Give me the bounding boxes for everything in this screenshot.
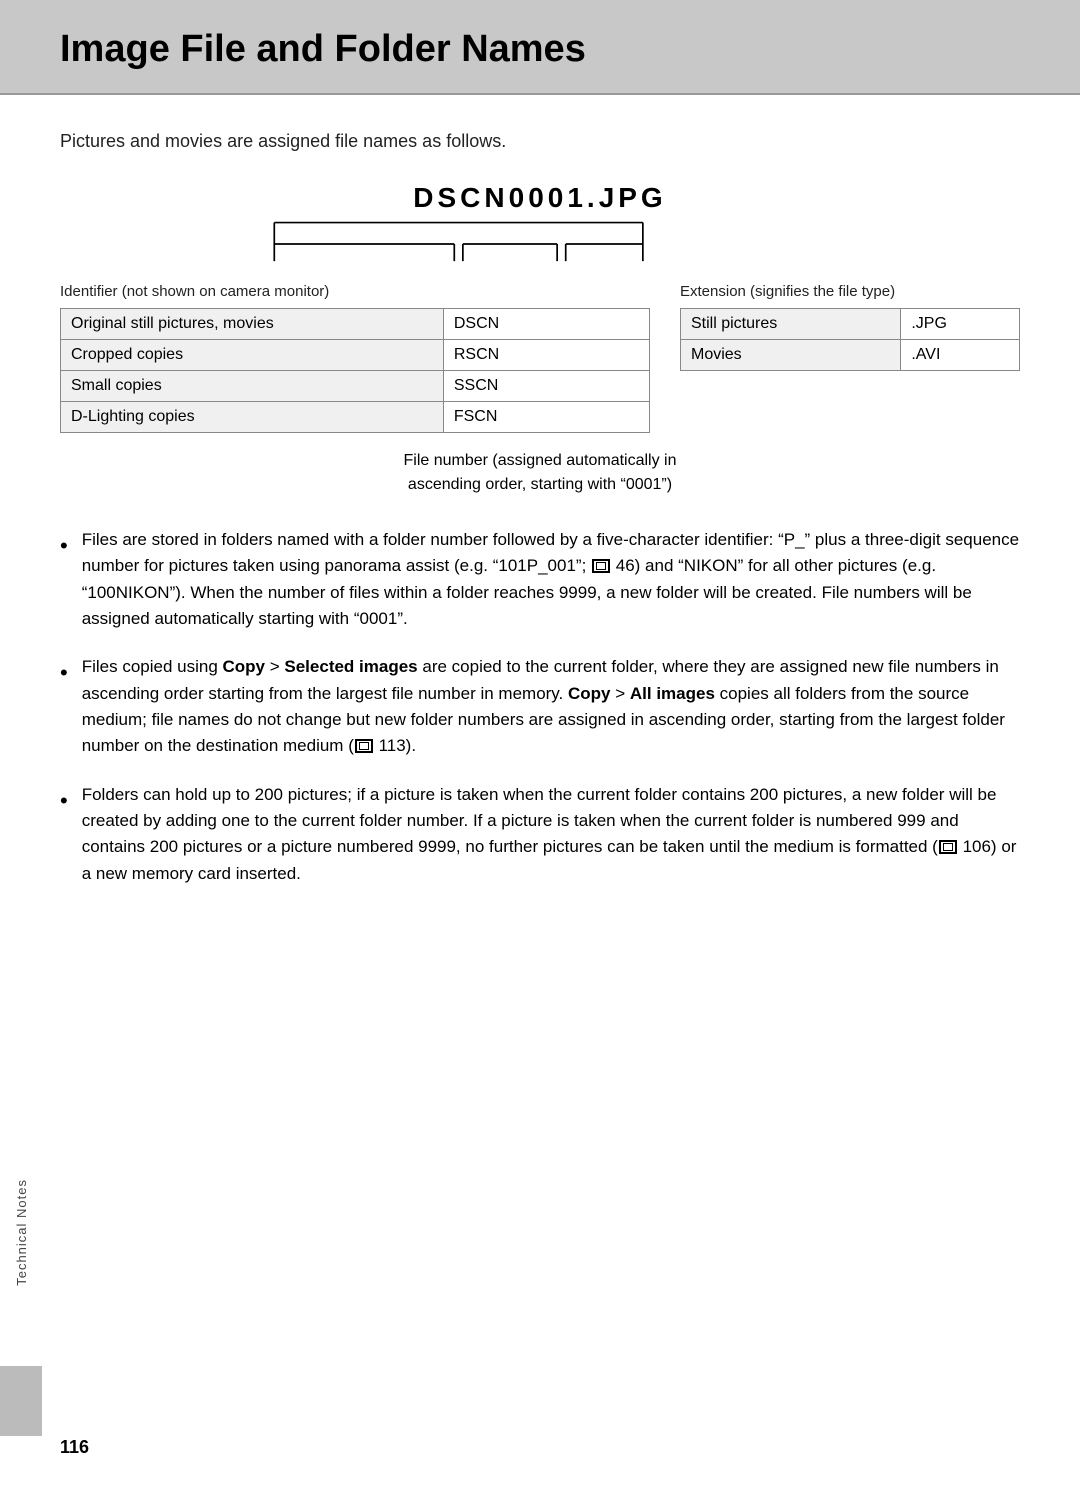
bullet-text: Files are stored in folders named with a…: [82, 527, 1020, 632]
ext-value: .AVI: [901, 340, 1020, 371]
page-number: 116: [60, 1437, 89, 1458]
bullet-dot-icon: •: [60, 529, 68, 563]
identifier-table: Original still pictures, moviesDSCNCropp…: [60, 308, 650, 433]
table-row: Cropped copiesRSCN: [61, 340, 650, 371]
tables-row: Identifier (not shown on camera monitor)…: [60, 283, 1020, 433]
bold-text: Selected images: [284, 657, 417, 676]
table-row: Small copiesSSCN: [61, 371, 650, 402]
table-row: Original still pictures, moviesDSCN: [61, 309, 650, 340]
header-bar: Image File and Folder Names: [0, 0, 1080, 95]
row-label: D-Lighting copies: [61, 402, 444, 433]
row-code: DSCN: [443, 309, 649, 340]
side-label: Technical Notes: [14, 1179, 29, 1286]
extension-section: Extension (signifies the file type) Stil…: [680, 283, 1020, 433]
bracket-diagram: [60, 214, 1020, 274]
bullet-text: Files copied using Copy > Selected image…: [82, 654, 1020, 759]
ext-label: Movies: [681, 340, 901, 371]
list-item: • Files are stored in folders named with …: [60, 527, 1020, 632]
page-title: Image File and Folder Names: [60, 28, 1020, 71]
extension-table: Still pictures.JPGMovies.AVI: [680, 308, 1020, 371]
row-code: RSCN: [443, 340, 649, 371]
bullet-dot-icon: •: [60, 656, 68, 690]
list-item: • Files copied using Copy > Selected imag…: [60, 654, 1020, 759]
bold-text: All images: [630, 684, 715, 703]
row-label: Original still pictures, movies: [61, 309, 444, 340]
row-label: Small copies: [61, 371, 444, 402]
bullet-dot-icon: •: [60, 784, 68, 818]
row-code: SSCN: [443, 371, 649, 402]
identifier-section: Identifier (not shown on camera monitor)…: [60, 283, 650, 433]
table-row: Still pictures.JPG: [681, 309, 1020, 340]
identifier-label: Identifier (not shown on camera monitor): [60, 283, 650, 300]
filename-display: DSCN0001.JPG: [60, 182, 1020, 214]
ext-value: .JPG: [901, 309, 1020, 340]
content: Pictures and movies are assigned file na…: [0, 95, 1080, 1486]
diagram-section: DSCN0001.JPG: [60, 182, 1020, 497]
manual-page-icon: [939, 840, 957, 854]
bold-text: Copy: [568, 684, 611, 703]
list-item: • Folders can hold up to 200 pictures; if…: [60, 782, 1020, 887]
row-code: FSCN: [443, 402, 649, 433]
ext-label: Still pictures: [681, 309, 901, 340]
page: Image File and Folder Names Pictures and…: [0, 0, 1080, 1486]
manual-page-icon: [592, 559, 610, 573]
row-label: Cropped copies: [61, 340, 444, 371]
extension-label: Extension (signifies the file type): [680, 283, 1020, 300]
table-row: Movies.AVI: [681, 340, 1020, 371]
bullet-text: Folders can hold up to 200 pictures; if …: [82, 782, 1020, 887]
bold-text: Copy: [223, 657, 266, 676]
table-row: D-Lighting copiesFSCN: [61, 402, 650, 433]
intro-text: Pictures and movies are assigned file na…: [60, 131, 1020, 152]
file-number-note: File number (assigned automatically in a…: [60, 449, 1020, 497]
gray-box: [0, 1366, 42, 1436]
bullet-list: • Files are stored in folders named with …: [60, 527, 1020, 887]
manual-page-icon: [355, 739, 373, 753]
